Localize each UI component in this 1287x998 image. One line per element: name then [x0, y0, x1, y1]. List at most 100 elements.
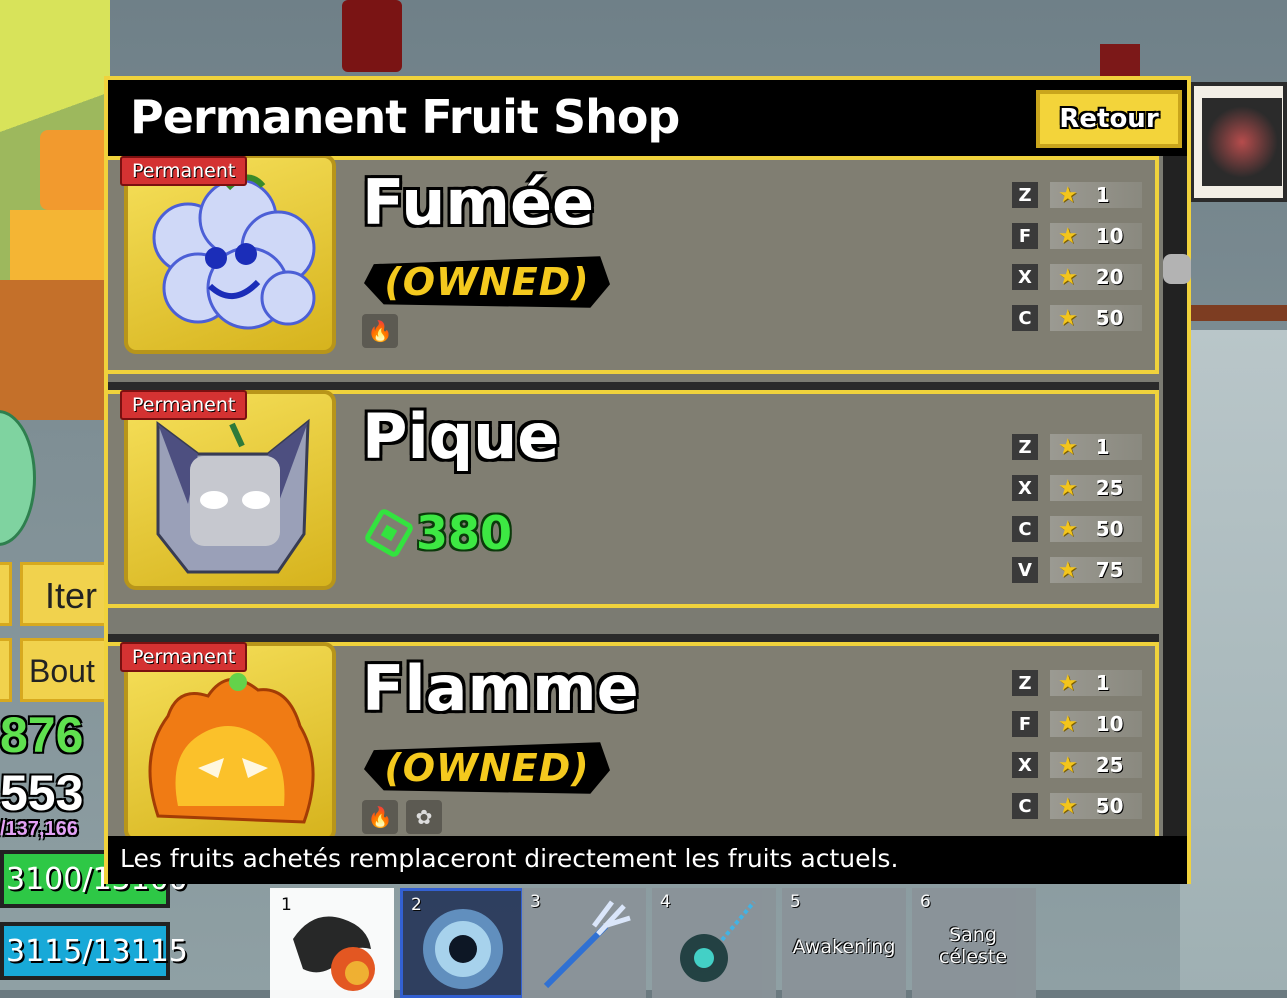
move-level: 50: [1095, 794, 1124, 818]
back-button[interactable]: Retour: [1036, 90, 1182, 148]
move-key: C: [1012, 793, 1038, 819]
star-icon: ★: [1058, 793, 1078, 819]
move-key: F: [1012, 711, 1038, 737]
hud-button-partial[interactable]: [0, 562, 12, 626]
star-icon: ★: [1058, 434, 1078, 460]
slot-number: 6: [920, 892, 931, 912]
move-key: X: [1012, 264, 1038, 290]
move-level: 10: [1095, 224, 1124, 248]
move-list: Z ★ 1 F ★ 10 X ★ 20 C ★ 50: [1012, 178, 1142, 342]
hotbar-slot-3[interactable]: 3: [522, 888, 646, 998]
move-row: Z ★ 1: [1012, 430, 1142, 471]
skull-decoration: [1100, 44, 1140, 78]
move-row: X ★ 20: [1012, 260, 1142, 301]
spiked-mace-icon: [680, 900, 756, 982]
dragon-icon: [293, 916, 375, 991]
fruit-list[interactable]: Permanent Fumée (OWNED) 🔥 Z ★ 1 F ★ 10 X ★ 20 …: [108, 156, 1163, 836]
move-level: 1: [1095, 435, 1110, 459]
shop-header: Permanent Fruit Shop Retour: [108, 80, 1187, 156]
items-button-label: Iter: [45, 575, 98, 616]
star-icon: ★: [1058, 475, 1078, 501]
star-icon: ★: [1058, 557, 1078, 583]
robux-icon: [363, 507, 415, 559]
skull-decoration: [342, 0, 402, 72]
hud-button-partial[interactable]: [0, 638, 12, 702]
move-row: X ★ 25: [1012, 471, 1142, 512]
move-key: Z: [1012, 182, 1038, 208]
hotbar-slot-5[interactable]: 5 Awakening: [782, 888, 906, 998]
move-key: F: [1012, 223, 1038, 249]
fruit-shop-window: Permanent Fruit Shop Retour Permanent Fu…: [104, 76, 1191, 884]
crate: [40, 130, 110, 210]
slot-label: Sang céleste: [938, 924, 1008, 968]
move-row: V ★ 75: [1012, 553, 1142, 594]
hotbar-slot-2[interactable]: 2: [400, 888, 524, 998]
hotbar-slot-1[interactable]: 1: [270, 888, 394, 998]
fruit-icon-frame: [124, 390, 336, 590]
star-icon: ★: [1058, 670, 1078, 696]
move-row: X ★ 25: [1012, 748, 1142, 789]
scrollbar-thumb[interactable]: [1163, 254, 1191, 284]
move-level: 10: [1095, 712, 1124, 736]
xp-counter: /137,166: [0, 818, 78, 840]
move-row: C ★ 50: [1012, 512, 1142, 553]
scrollbar[interactable]: [1163, 156, 1191, 836]
price[interactable]: 380: [363, 506, 513, 560]
fruit-name: Flamme: [362, 652, 639, 725]
footer-text: Les fruits achetés remplaceront directem…: [120, 844, 899, 873]
items-button[interactable]: Iter: [20, 562, 110, 626]
fire-element-icon: 🔥: [362, 800, 398, 834]
move-level: 20: [1095, 265, 1124, 289]
hotbar-slot-6[interactable]: 6 Sang céleste: [912, 888, 1036, 998]
beli-counter: 876: [0, 707, 84, 763]
portal-icon: [423, 909, 503, 989]
price-value: 380: [416, 506, 513, 560]
owned-label: (OWNED): [384, 746, 590, 790]
move-row: Z ★ 1: [1012, 178, 1142, 219]
hotbar: 1 2 3 4 5 Awakening 6 Sang céleste: [262, 884, 1042, 998]
wanted-poster: [1190, 82, 1287, 202]
spike-fruit-icon: [156, 418, 310, 574]
move-row: C ★ 50: [1012, 301, 1142, 342]
crate: [10, 210, 110, 280]
owned-status: (OWNED): [364, 742, 610, 794]
move-key: Z: [1012, 434, 1038, 460]
move-row: F ★ 10: [1012, 219, 1142, 260]
move-level: 25: [1095, 753, 1124, 777]
star-icon: ★: [1058, 223, 1078, 249]
slot-number: 5: [790, 892, 801, 912]
shop-button-label: Bout: [29, 653, 95, 689]
star-icon: ★: [1058, 711, 1078, 737]
star-icon: ★: [1058, 305, 1078, 331]
floor: [1180, 330, 1287, 990]
trident-icon: [543, 900, 631, 989]
star-icon: ★: [1058, 516, 1078, 542]
shop-title: Permanent Fruit Shop: [130, 90, 680, 144]
fruit-name: Pique: [362, 400, 560, 473]
move-row: C ★ 50: [1012, 789, 1142, 830]
move-row: F ★ 10: [1012, 707, 1142, 748]
move-level: 25: [1095, 476, 1124, 500]
move-level: 50: [1095, 306, 1124, 330]
star-icon: ★: [1058, 264, 1078, 290]
move-key: X: [1012, 752, 1038, 778]
move-level: 1: [1095, 183, 1110, 207]
move-key: Z: [1012, 670, 1038, 696]
move-list: Z ★ 1 F ★ 10 X ★ 25 C ★ 50: [1012, 666, 1142, 830]
shop-button[interactable]: Bout: [20, 638, 110, 702]
fruit-item-pique[interactable]: Permanent Pique 380 Z ★ 1 X ★ 25 C ★ 50 V ★ 75: [108, 382, 1159, 608]
move-level: 50: [1095, 517, 1124, 541]
permanent-badge: Permanent: [120, 156, 248, 186]
desk: [0, 280, 110, 420]
fruit-item-fumee[interactable]: Permanent Fumée (OWNED) 🔥 Z ★ 1 F ★ 10 X ★ 20 …: [108, 156, 1159, 374]
hotbar-slot-4[interactable]: 4: [652, 888, 776, 998]
slot-label: Awakening: [792, 936, 896, 958]
move-key: V: [1012, 557, 1038, 583]
owned-status: (OWNED): [364, 256, 610, 308]
move-key: C: [1012, 305, 1038, 331]
star-icon: ★: [1058, 182, 1078, 208]
fruit-item-flamme[interactable]: Permanent Flamme (OWNED) 🔥 ✿ Z ★ 1 F ★ 10 X ★…: [108, 634, 1159, 836]
fire-element-icon: 🔥: [362, 314, 398, 348]
fragments-counter: 553: [0, 765, 84, 821]
star-icon: ★: [1058, 752, 1078, 778]
